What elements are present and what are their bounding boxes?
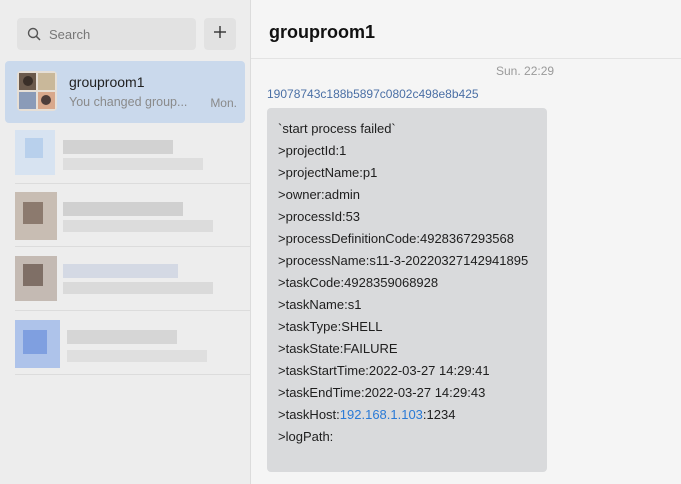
chat-divider xyxy=(15,310,261,311)
message-line: >projectName:p1 xyxy=(278,165,378,180)
chat-title: grouproom1 xyxy=(69,74,145,90)
task-host-line: >taskHost:192.168.1.103:1234 xyxy=(278,404,547,426)
message-line: >processDefinitionCode:4928367293568 xyxy=(278,231,514,246)
message-line: >processName:s11-3-20220327142941895 xyxy=(278,253,529,268)
search-placeholder: Search xyxy=(49,26,91,42)
message-line: >taskState:FAILURE xyxy=(278,341,398,356)
log-path-line: >logPath: xyxy=(278,429,334,444)
blurred-chat-item[interactable] xyxy=(15,130,245,180)
message-line: >taskType:SHELL xyxy=(278,319,383,334)
message-timestamp: Sun. 22:29 xyxy=(496,64,555,78)
blurred-chat-item[interactable] xyxy=(15,256,245,306)
chat-item-grouproom1[interactable]: grouproom1 You changed group... Mon. xyxy=(5,61,245,123)
chat-header-title: grouproom1 xyxy=(269,22,375,42)
message-line: >taskName:s1 xyxy=(278,297,362,312)
host-port: :1234 xyxy=(422,407,456,422)
blurred-chat-item[interactable] xyxy=(15,320,245,370)
search-row: Search xyxy=(17,18,236,50)
chat-divider xyxy=(15,246,261,247)
group-avatar xyxy=(17,71,57,111)
chat-preview: You changed group... xyxy=(69,95,188,109)
message-bubble[interactable]: `start process failed` >projectId:1 >pro… xyxy=(267,108,547,472)
search-icon xyxy=(27,26,43,42)
chat-divider xyxy=(15,183,261,184)
message-sender[interactable]: 19078743c188b5897c0802c498e8b425 xyxy=(267,87,479,101)
chat-panel: grouproom1 Sun. 22:29 19078743c188b5897c… xyxy=(251,0,681,484)
search-input[interactable]: Search xyxy=(17,18,196,50)
message-line: >projectId:1 xyxy=(278,143,347,158)
blurred-chat-item[interactable] xyxy=(15,192,245,242)
message-line: >processId:53 xyxy=(278,209,361,224)
message-line: >owner:admin xyxy=(278,187,361,202)
task-host-label: >taskHost: xyxy=(278,407,340,422)
message-line: >taskCode:4928359068928 xyxy=(278,275,439,290)
chat-time: Mon. xyxy=(210,96,237,110)
plus-icon xyxy=(212,24,228,45)
host-ip-link[interactable]: 192.168.1.103 xyxy=(340,407,423,422)
message-line: `start process failed` xyxy=(278,121,396,136)
message-line: >taskStartTime:2022-03-27 14:29:41 xyxy=(278,363,490,378)
chat-divider xyxy=(15,374,261,375)
add-chat-button[interactable] xyxy=(204,18,236,50)
header-divider xyxy=(251,58,681,59)
sidebar: Search grouproom1 You changed group... M… xyxy=(0,0,261,484)
message-line: >taskEndTime:2022-03-27 14:29:43 xyxy=(278,385,486,400)
